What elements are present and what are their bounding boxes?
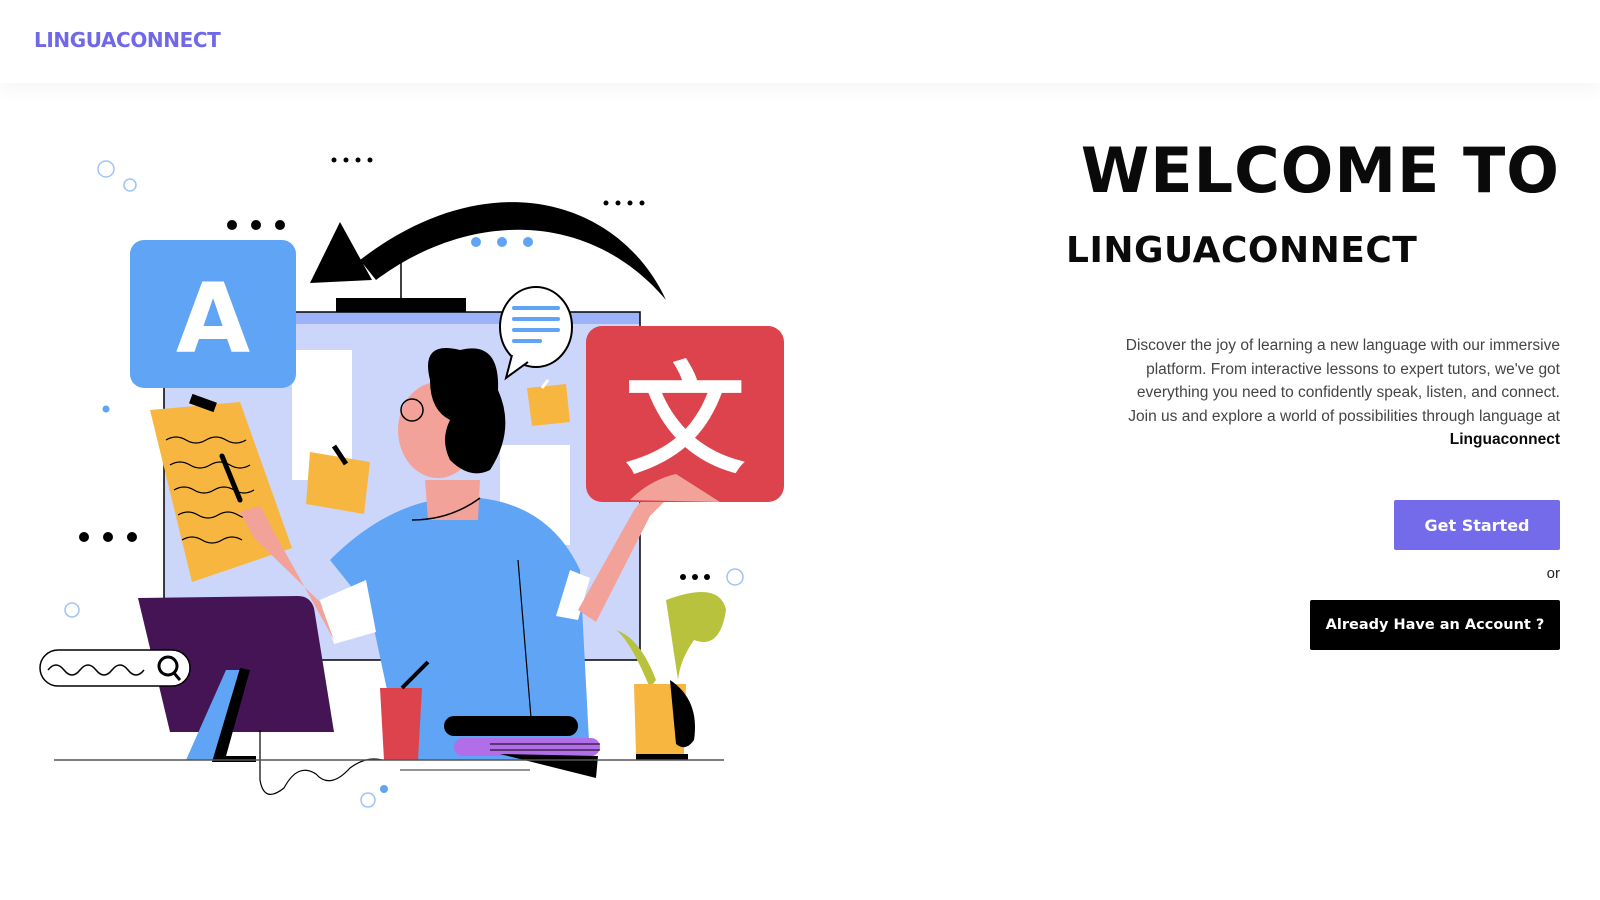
books-icon: [444, 716, 600, 778]
hero-illustration: A 文: [39, 157, 784, 808]
hero-title-brand: LINGUACONNECT: [1066, 230, 1418, 271]
hero-title-welcome: WELCOME TO: [1080, 134, 1560, 207]
brand-logo[interactable]: LINGUACONNECT: [34, 28, 221, 52]
or-separator: or: [1546, 565, 1560, 582]
hero-description-text: Discover the joy of learning a new langu…: [1125, 337, 1560, 425]
hero-description: Discover the joy of learning a new langu…: [1120, 334, 1560, 452]
search-bar-illustration: [39, 649, 191, 687]
already-have-account-button[interactable]: Already Have an Account ?: [1310, 600, 1560, 650]
get-started-button[interactable]: Get Started: [1394, 500, 1560, 550]
letter-a-text: A: [176, 263, 250, 375]
chinese-glyph-card: 文: [586, 326, 784, 502]
letter-a-card: A: [130, 240, 296, 388]
navbar: LINGUACONNECT: [0, 0, 1600, 83]
arrow-icon: [360, 202, 666, 300]
hero-description-brand: Linguaconnect: [1449, 431, 1560, 448]
glyph-wen-text: 文: [625, 352, 745, 491]
